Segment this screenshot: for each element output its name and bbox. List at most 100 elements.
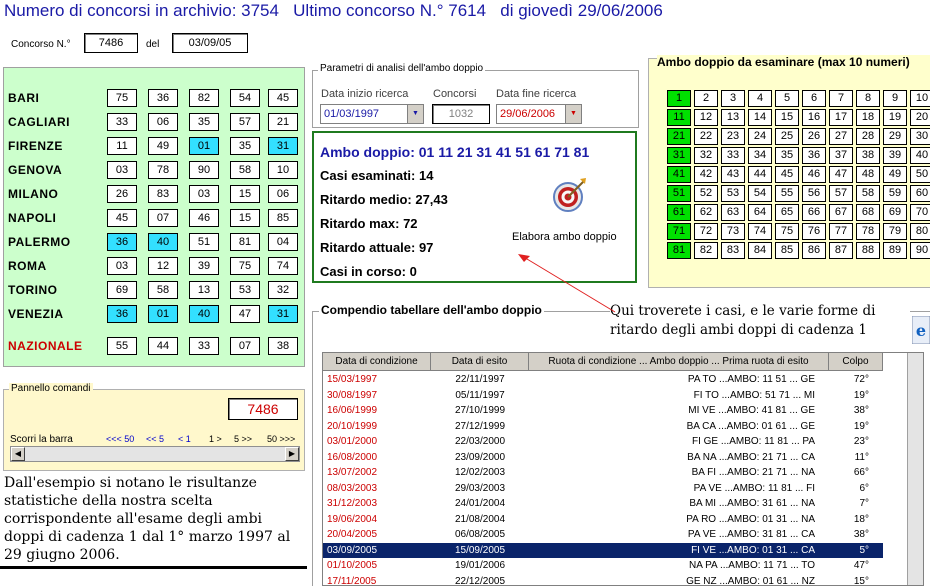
browser-icon[interactable]: e	[912, 316, 930, 344]
ambo-number-cell[interactable]: 19	[883, 109, 907, 126]
ambo-number-cell[interactable]: 53	[721, 185, 745, 202]
ambo-number-cell[interactable]: 57	[829, 185, 853, 202]
ambo-number-cell[interactable]: 36	[802, 147, 826, 164]
ambo-number-cell[interactable]: 65	[775, 204, 799, 221]
ambo-number-cell[interactable]: 4	[748, 90, 772, 107]
table-row[interactable]: 19/06/2004 21/08/2004 PA RO ...AMBO: 01 31…	[323, 512, 883, 527]
ambo-number-cell[interactable]: 2	[694, 90, 718, 107]
ambo-number-cell[interactable]: 66	[802, 204, 826, 221]
table-row[interactable]: 17/11/2005 22/12/2005 GE NZ ...AMBO: 01 61…	[323, 574, 883, 586]
ambo-number-cell[interactable]: 71	[667, 223, 691, 240]
table-row[interactable]: 20/04/2005 06/08/2005 PA VE ...AMBO: 31 81…	[323, 527, 883, 542]
ambo-number-cell[interactable]: 44	[748, 166, 772, 183]
ambo-number-cell[interactable]: 32	[694, 147, 718, 164]
scroll-right-icon[interactable]: ▶	[285, 447, 299, 461]
ambo-number-cell[interactable]: 47	[829, 166, 853, 183]
end-date-combo[interactable]: 29/06/2006 ▼	[496, 104, 582, 124]
ambo-number-cell[interactable]: 55	[775, 185, 799, 202]
table-row[interactable]: 01/10/2005 19/01/2006 NA PA ...AMBO: 11 71…	[323, 558, 883, 573]
ambo-number-cell[interactable]: 84	[748, 242, 772, 259]
ambo-number-cell[interactable]: 21	[667, 128, 691, 145]
table-row[interactable]: 03/01/2000 22/03/2000 FI GE ...AMBO: 11 81…	[323, 434, 883, 449]
ambo-number-cell[interactable]: 52	[694, 185, 718, 202]
ambo-number-cell[interactable]: 26	[802, 128, 826, 145]
ambo-number-cell[interactable]: 33	[721, 147, 745, 164]
nav-back-5[interactable]: << 5	[146, 434, 164, 444]
ambo-number-cell[interactable]: 54	[748, 185, 772, 202]
ambo-number-cell[interactable]: 40	[910, 147, 930, 164]
ambo-number-cell[interactable]: 3	[721, 90, 745, 107]
ambo-number-cell[interactable]: 11	[667, 109, 691, 126]
column-header[interactable]: Data di esito	[431, 353, 529, 371]
ambo-number-cell[interactable]: 14	[748, 109, 772, 126]
ambo-number-cell[interactable]: 10	[910, 90, 930, 107]
ambo-number-cell[interactable]: 45	[775, 166, 799, 183]
table-scrollbar[interactable]	[907, 353, 923, 585]
ambo-number-cell[interactable]: 76	[802, 223, 826, 240]
ambo-number-cell[interactable]: 83	[721, 242, 745, 259]
ambo-number-cell[interactable]: 56	[802, 185, 826, 202]
ambo-number-cell[interactable]: 85	[775, 242, 799, 259]
ambo-number-cell[interactable]: 34	[748, 147, 772, 164]
nav-back-1[interactable]: < 1	[178, 434, 191, 444]
table-row[interactable]: 15/03/1997 22/11/1997 PA TO ...AMBO: 11 51…	[323, 372, 883, 387]
ambo-number-cell[interactable]: 7	[829, 90, 853, 107]
table-row[interactable]: 16/06/1999 27/10/1999 MI VE ...AMBO: 41 81…	[323, 403, 883, 418]
ambo-number-cell[interactable]: 78	[856, 223, 880, 240]
ambo-number-cell[interactable]: 18	[856, 109, 880, 126]
ambo-number-cell[interactable]: 67	[829, 204, 853, 221]
ambo-number-cell[interactable]: 49	[883, 166, 907, 183]
nav-forward-1[interactable]: 1 >	[209, 434, 222, 444]
ambo-number-cell[interactable]: 39	[883, 147, 907, 164]
ambo-number-cell[interactable]: 42	[694, 166, 718, 183]
nav-forward-5[interactable]: 5 >>	[234, 434, 252, 444]
ambo-number-cell[interactable]: 23	[721, 128, 745, 145]
concorso-display-field[interactable]: 7486	[228, 398, 298, 420]
ambo-number-cell[interactable]: 9	[883, 90, 907, 107]
ambo-number-cell[interactable]: 27	[829, 128, 853, 145]
table-row[interactable]: 16/08/2000 23/09/2000 BA NA ...AMBO: 21 71…	[323, 450, 883, 465]
column-header[interactable]: Data di condizione	[323, 353, 431, 371]
ambo-number-cell[interactable]: 73	[721, 223, 745, 240]
column-header[interactable]: Ruota di condizione ... Ambo doppio ... …	[529, 353, 829, 371]
ambo-number-cell[interactable]: 17	[829, 109, 853, 126]
ambo-number-cell[interactable]: 86	[802, 242, 826, 259]
chevron-down-icon[interactable]: ▼	[407, 105, 423, 123]
ambo-number-cell[interactable]: 72	[694, 223, 718, 240]
ambo-number-cell[interactable]: 70	[910, 204, 930, 221]
ambo-number-cell[interactable]: 25	[775, 128, 799, 145]
ambo-number-cell[interactable]: 29	[883, 128, 907, 145]
ambo-number-cell[interactable]: 6	[802, 90, 826, 107]
column-header[interactable]: Colpo	[829, 353, 883, 371]
ambo-number-cell[interactable]: 38	[856, 147, 880, 164]
ambo-number-cell[interactable]: 35	[775, 147, 799, 164]
ambo-number-cell[interactable]: 13	[721, 109, 745, 126]
ambo-number-cell[interactable]: 61	[667, 204, 691, 221]
concorso-scrollbar[interactable]: ◀ ▶	[10, 446, 300, 462]
ambo-number-cell[interactable]: 75	[775, 223, 799, 240]
table-row[interactable]: 30/08/1997 05/11/1997 FI TO ...AMBO: 51 71…	[323, 388, 883, 403]
table-row[interactable]: 08/03/2003 29/03/2003 PA VE ...AMBO: 11 81…	[323, 481, 883, 496]
ambo-number-cell[interactable]: 79	[883, 223, 907, 240]
ambo-number-cell[interactable]: 87	[829, 242, 853, 259]
start-date-combo[interactable]: 01/03/1997 ▼	[320, 104, 424, 124]
ambo-number-cell[interactable]: 69	[883, 204, 907, 221]
ambo-number-cell[interactable]: 77	[829, 223, 853, 240]
ambo-number-cell[interactable]: 8	[856, 90, 880, 107]
ambo-number-cell[interactable]: 41	[667, 166, 691, 183]
ambo-number-cell[interactable]: 30	[910, 128, 930, 145]
ambo-number-cell[interactable]: 37	[829, 147, 853, 164]
ambo-number-cell[interactable]: 81	[667, 242, 691, 259]
ambo-number-cell[interactable]: 68	[856, 204, 880, 221]
ambo-number-cell[interactable]: 58	[856, 185, 880, 202]
ambo-number-cell[interactable]: 74	[748, 223, 772, 240]
ambo-number-cell[interactable]: 64	[748, 204, 772, 221]
ambo-number-cell[interactable]: 5	[775, 90, 799, 107]
ambo-number-cell[interactable]: 1	[667, 90, 691, 107]
ambo-number-cell[interactable]: 50	[910, 166, 930, 183]
ambo-number-cell[interactable]: 28	[856, 128, 880, 145]
ambo-number-cell[interactable]: 82	[694, 242, 718, 259]
nav-forward-50[interactable]: 50 >>>	[267, 434, 295, 444]
ambo-number-cell[interactable]: 89	[883, 242, 907, 259]
ambo-number-cell[interactable]: 43	[721, 166, 745, 183]
